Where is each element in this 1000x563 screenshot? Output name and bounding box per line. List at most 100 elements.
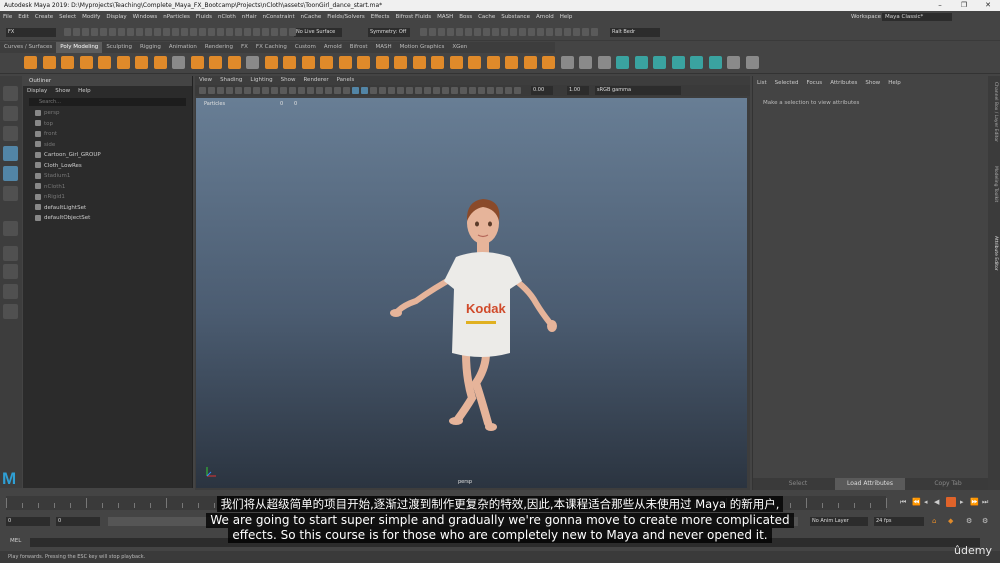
shelf-tool-icon[interactable] [79,56,93,69]
menu-item[interactable]: Display [103,11,129,23]
outliner-item[interactable]: Stadium1 [35,171,192,182]
single-pane-layout-icon[interactable] [3,246,18,261]
renderer-dropdown[interactable]: Ralt Bedr [610,28,660,37]
viewport-toolbar-icon[interactable] [280,87,287,94]
menu-item[interactable]: Help [557,11,576,23]
play-forwards-icon[interactable] [946,497,956,507]
outliner-menu-item[interactable]: Show [51,86,74,96]
shelf-tab[interactable]: FX Caching [252,42,291,53]
status-tool-icon[interactable] [420,28,427,36]
status-tool-icon[interactable] [82,28,89,36]
status-tool-icon[interactable] [172,28,179,36]
status-tool-icon[interactable] [136,28,143,36]
four-pane-layout-icon[interactable] [3,264,18,279]
status-tool-icon[interactable] [591,28,598,36]
status-tool-icon[interactable] [280,28,287,36]
attribute-editor-menu-item[interactable]: Attributes [826,78,861,88]
shelf-tool-icon[interactable] [523,56,537,69]
attribute-editor-menu-item[interactable]: Show [861,78,884,88]
shelf-tool-icon[interactable] [42,56,56,69]
step-back-frame-icon[interactable]: ◂ [924,498,928,506]
menu-item[interactable]: Cache [475,11,498,23]
shelf-tool-icon[interactable] [394,56,407,69]
viewport-toolbar-icon[interactable] [361,87,368,94]
menu-item[interactable]: Windows [130,11,161,23]
shelf-tool-icon[interactable] [449,56,463,69]
menu-item[interactable]: nCache [298,11,325,23]
range-inner-start-field[interactable]: 0 [56,517,100,526]
shelf-tool-icon[interactable] [579,56,592,69]
copy-tab-button[interactable]: Copy Tab [913,478,983,490]
viewport-toolbar-icon[interactable] [496,87,503,94]
range-start-field[interactable]: 0 [6,517,50,526]
shelf-tab[interactable]: Rendering [201,42,237,53]
attribute-editor-menu-item[interactable]: List [753,78,771,88]
step-forward-frame-icon[interactable]: ▸ [960,498,964,506]
status-tool-icon[interactable] [474,28,481,36]
shelf-tab[interactable]: FX [237,42,252,53]
status-tool-icon[interactable] [262,28,269,36]
shelf-tool-icon[interactable] [745,56,759,69]
viewport-toolbar-icon[interactable] [235,87,242,94]
play-backwards-icon[interactable]: ◀ [934,498,939,506]
status-tool-icon[interactable] [438,28,445,36]
viewport-toolbar-icon[interactable] [217,87,224,94]
outliner-item[interactable]: nCloth1 [35,182,192,193]
cartoon-girl-model[interactable]: Kodak [386,193,576,438]
shelf-tool-icon[interactable] [264,56,278,69]
status-tool-icon[interactable] [483,28,490,36]
shelf-tool-icon[interactable] [190,56,204,69]
viewport-menu-item[interactable]: Lighting [246,76,276,85]
shelf-tab[interactable]: Poly Modeling [56,42,103,53]
viewport-toolbar-icon[interactable] [334,87,341,94]
status-tool-icon[interactable] [100,28,107,36]
shelf-tab[interactable]: Arnold [320,42,346,53]
channel-box-tab[interactable]: Channel Box / Layer Editor [990,82,998,142]
status-tool-icon[interactable] [226,28,233,36]
gamma-field[interactable]: 1.00 [567,86,589,95]
shelf-tool-icon[interactable] [708,56,722,69]
viewport-menu-item[interactable]: Show [277,76,300,85]
fps-dropdown[interactable]: 24 fps [874,517,924,526]
menu-item[interactable]: MASH [434,11,456,23]
viewport-menu-item[interactable]: Renderer [299,76,332,85]
shelf-tab[interactable]: Sculpting [102,42,136,53]
status-tool-icon[interactable] [510,28,517,36]
lasso-tool-icon[interactable] [3,106,18,121]
two-pane-layout-icon[interactable] [3,284,18,299]
status-tool-icon[interactable] [208,28,215,36]
shelf-tab[interactable]: Animation [165,42,201,53]
viewport-toolbar-icon[interactable] [478,87,485,94]
status-tool-icon[interactable] [199,28,206,36]
viewport-toolbar-icon[interactable] [487,87,494,94]
mel-label[interactable]: MEL [10,538,21,544]
outliner-search-input[interactable]: Search... [29,98,186,106]
status-tool-icon[interactable] [190,28,197,36]
close-button[interactable]: ✕ [976,0,1000,11]
viewport-toolbar-icon[interactable] [244,87,251,94]
status-tool-icon[interactable] [465,28,472,36]
shelf-tab[interactable]: Motion Graphics [396,42,449,53]
status-tool-icon[interactable] [271,28,278,36]
status-tool-icon[interactable] [127,28,134,36]
outliner-item[interactable]: defaultObjectSet [35,213,192,224]
attribute-editor-menu-item[interactable]: Selected [771,78,803,88]
viewport-toolbar-icon[interactable] [316,87,323,94]
shelf-tool-icon[interactable] [24,56,37,69]
attribute-editor-tab[interactable]: Attribute Editor [990,236,998,271]
status-tool-icon[interactable] [537,28,544,36]
outliner-layout-icon[interactable] [3,304,18,319]
shelf-tool-icon[interactable] [468,56,481,69]
shelf-tab[interactable]: XGen [448,42,471,53]
maximize-button[interactable]: ❐ [952,0,976,11]
step-back-key-icon[interactable]: ⏪ [912,498,921,506]
status-tool-icon[interactable] [546,28,553,36]
status-tool-icon[interactable] [253,28,260,36]
viewport-toolbar-icon[interactable] [379,87,386,94]
shelf-tool-icon[interactable] [505,56,518,69]
menu-item[interactable]: Bifrost Fluids [393,11,435,23]
menu-item[interactable]: File [0,11,15,23]
live-surface-field[interactable]: No Live Surface [294,28,342,37]
viewport-toolbar-icon[interactable] [406,87,413,94]
command-input[interactable] [30,538,980,547]
